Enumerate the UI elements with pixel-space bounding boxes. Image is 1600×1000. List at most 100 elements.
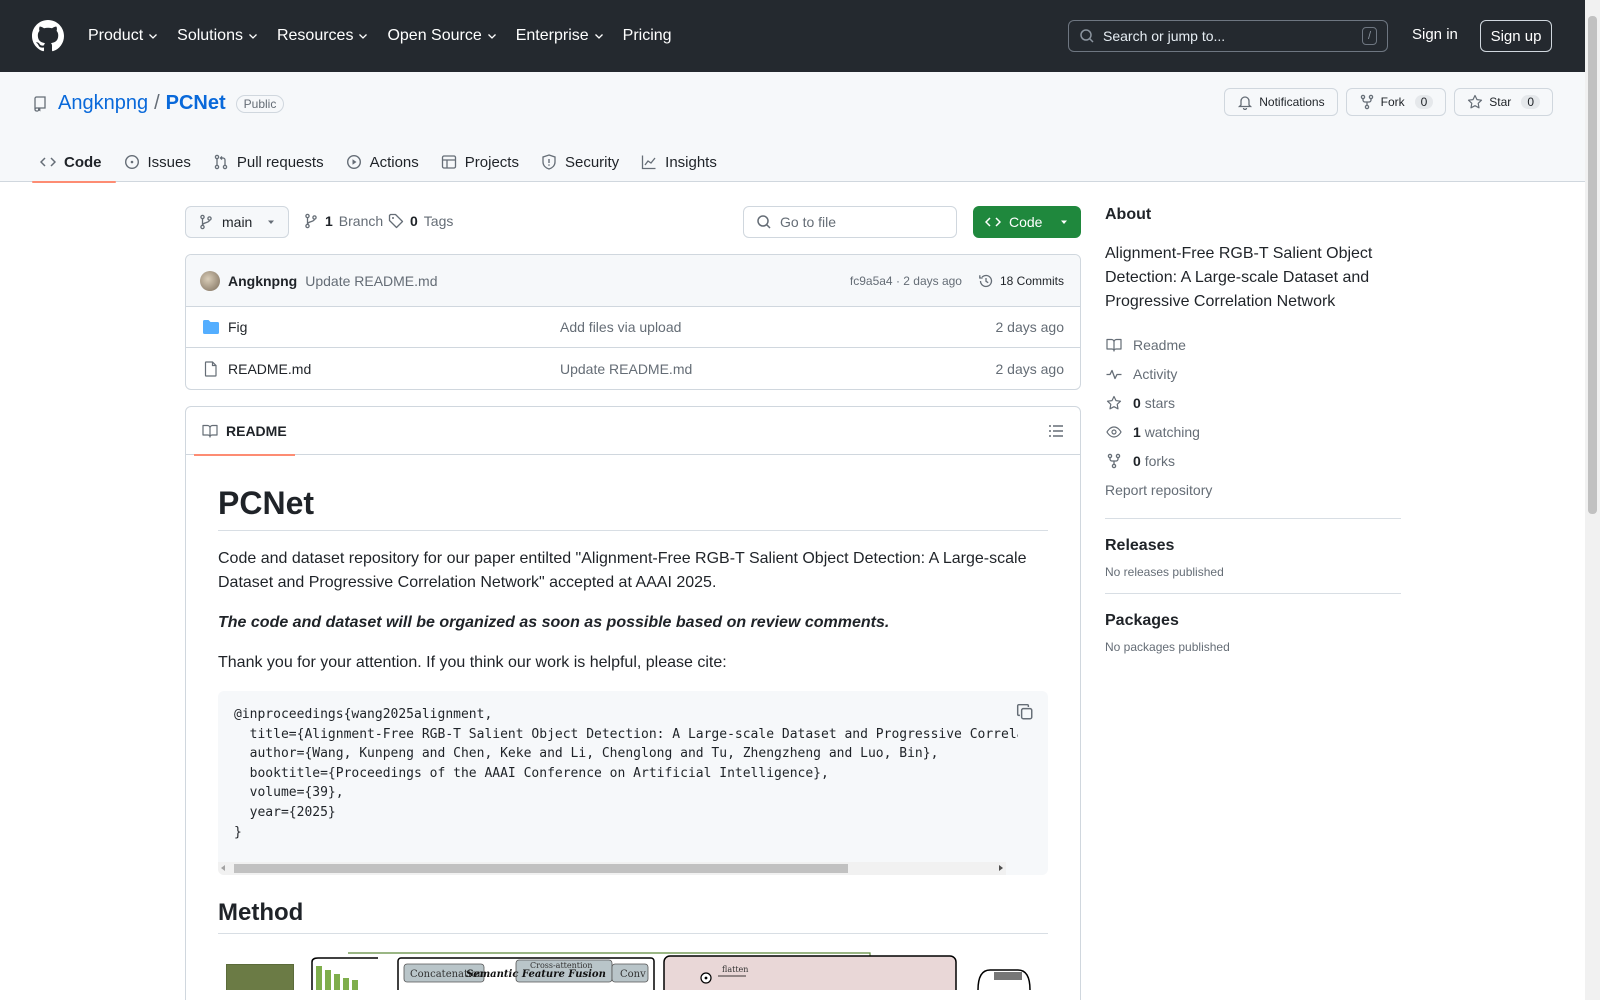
global-header: Product Solutions Resources Open Source … (0, 0, 1585, 72)
sign-up-button[interactable]: Sign up (1480, 20, 1552, 52)
notifications-label: Notifications (1259, 95, 1325, 109)
nav-resources[interactable]: Resources (277, 27, 369, 45)
star-label: Star (1489, 95, 1512, 109)
code-dropdown-button[interactable]: Code (973, 206, 1081, 238)
repo-tabs: Code Issues Pull requests Actions Projec… (32, 142, 731, 183)
file-commit-link[interactable]: Update README.md (560, 361, 692, 377)
watching-label: watching (1144, 423, 1200, 440)
figure-label-semantic-fusion: Semantic Feature Fusion (466, 969, 606, 980)
tab-insights[interactable]: Insights (633, 142, 731, 182)
pulse-icon (1106, 369, 1122, 379)
tab-actions[interactable]: Actions (338, 142, 433, 182)
forks-link[interactable]: 0 forks (1105, 446, 1401, 475)
branches-link[interactable]: 1 Branch (303, 213, 383, 229)
page-scrollbar[interactable] (1585, 0, 1600, 1000)
nav-open-source[interactable]: Open Source (387, 27, 497, 45)
tab-security[interactable]: Security (533, 142, 633, 182)
readme-link[interactable]: Readme (1105, 330, 1401, 359)
outline-button[interactable] (1048, 423, 1064, 439)
scroll-left-arrow-icon[interactable] (221, 865, 225, 871)
sidebar-divider (1105, 593, 1401, 594)
global-search-input[interactable]: Search or jump to... / (1068, 20, 1388, 52)
nav-solutions-label: Solutions (177, 27, 243, 44)
page-scrollbar-thumb[interactable] (1588, 16, 1597, 514)
avatar[interactable] (200, 270, 220, 291)
caret-down-icon (1061, 220, 1067, 224)
activity-link[interactable]: Activity (1105, 359, 1401, 388)
book-icon (202, 424, 218, 438)
tab-issues-label: Issues (147, 153, 191, 171)
about-description: Alignment-Free RGB-T Salient Object Dete… (1105, 245, 1373, 310)
folder-icon (203, 320, 219, 334)
method-diagram: Concatenation Cross-attention Semantic F… (226, 952, 1031, 990)
graph-icon (642, 155, 656, 170)
sign-in-link[interactable]: Sign in (1412, 26, 1458, 43)
nav-open-source-label: Open Source (387, 27, 482, 44)
code-icon (40, 157, 56, 167)
branch-selector[interactable]: main (185, 206, 289, 238)
commit-message-link[interactable]: Update README.md (305, 273, 437, 289)
scrollbar-thumb[interactable] (234, 864, 848, 873)
nav-product-label: Product (88, 27, 144, 44)
go-to-file-input[interactable]: Go to file (743, 206, 957, 238)
repo-name-link[interactable]: PCNet (166, 92, 226, 115)
file-name-link[interactable]: README.md (228, 361, 560, 377)
code-icon (985, 217, 1001, 227)
tab-issues[interactable]: Issues (116, 142, 205, 182)
nav-pricing[interactable]: Pricing (623, 27, 672, 45)
repo-owner-link[interactable]: Angknpng (58, 92, 148, 115)
tab-pull-requests[interactable]: Pull requests (205, 142, 338, 182)
nav-product[interactable]: Product (88, 27, 159, 45)
releases-heading[interactable]: Releases (1105, 537, 1401, 555)
search-icon (757, 215, 771, 229)
packages-heading[interactable]: Packages (1105, 612, 1401, 630)
readme-thanks: Thank you for your attention. If you thi… (218, 654, 727, 671)
readme-tab[interactable]: README (194, 407, 295, 456)
citation-text: @inproceedings{wang2025alignment, title=… (234, 707, 1018, 840)
file-commit-link[interactable]: Add files via upload (560, 319, 681, 335)
repo-title: Angknpng / PCNet Public (32, 92, 285, 115)
nav-enterprise[interactable]: Enterprise (516, 27, 605, 45)
tab-code[interactable]: Code (32, 142, 116, 183)
nav-enterprise-label: Enterprise (515, 27, 589, 44)
pull-request-icon (214, 154, 228, 170)
commit-hash-time[interactable]: fc9a5a4 · 2 days ago (850, 274, 962, 288)
fork-button[interactable]: Fork 0 (1345, 88, 1447, 116)
figure-label-flatten: flatten (722, 965, 748, 974)
github-logo-icon[interactable] (32, 20, 64, 52)
chevron-down-icon (149, 34, 158, 39)
stars-count: 0 (1133, 394, 1141, 411)
repo-icon (34, 95, 46, 112)
copy-button[interactable] (1016, 703, 1034, 721)
commits-history-link[interactable]: 18 Commits (978, 273, 1064, 289)
copy-icon (1016, 703, 1033, 720)
code-horizontal-scrollbar[interactable] (218, 862, 1006, 875)
visibility-badge: Public (235, 94, 285, 113)
report-repository-link[interactable]: Report repository (1105, 475, 1401, 504)
global-nav: Product Solutions Resources Open Source … (88, 27, 690, 45)
table-row: README.md Update README.md 2 days ago (186, 348, 1080, 389)
nav-resources-label: Resources (276, 27, 354, 44)
file-toolbar: main 1 Branch 0 Tags Go to file Code (185, 206, 1081, 238)
tab-projects-label: Projects (464, 153, 519, 171)
repo-actions: Notifications Fork 0 Star 0 (1224, 88, 1553, 116)
stars-link[interactable]: 0 stars (1105, 388, 1401, 417)
star-icon (1106, 395, 1122, 409)
scroll-right-arrow-icon[interactable] (999, 865, 1003, 871)
readme-link-label: Readme (1133, 336, 1186, 353)
branch-name: main (222, 214, 253, 230)
tab-security-label: Security (564, 153, 620, 171)
nav-solutions[interactable]: Solutions (177, 27, 259, 45)
tab-projects[interactable]: Projects (433, 142, 533, 182)
tags-link[interactable]: 0 Tags (388, 213, 453, 229)
notifications-button[interactable]: Notifications (1224, 88, 1338, 116)
issue-icon (124, 154, 139, 170)
readme-tab-label: README (226, 423, 287, 439)
file-name-link[interactable]: Fig (228, 319, 560, 335)
watchers-link[interactable]: 1 watching (1105, 417, 1401, 446)
watching-count: 1 (1133, 423, 1141, 440)
tab-pull-requests-label: Pull requests (236, 153, 324, 171)
commit-author-link[interactable]: Angknpng (228, 273, 297, 289)
star-button[interactable]: Star 0 (1454, 88, 1553, 116)
sidebar-divider (1105, 518, 1401, 519)
